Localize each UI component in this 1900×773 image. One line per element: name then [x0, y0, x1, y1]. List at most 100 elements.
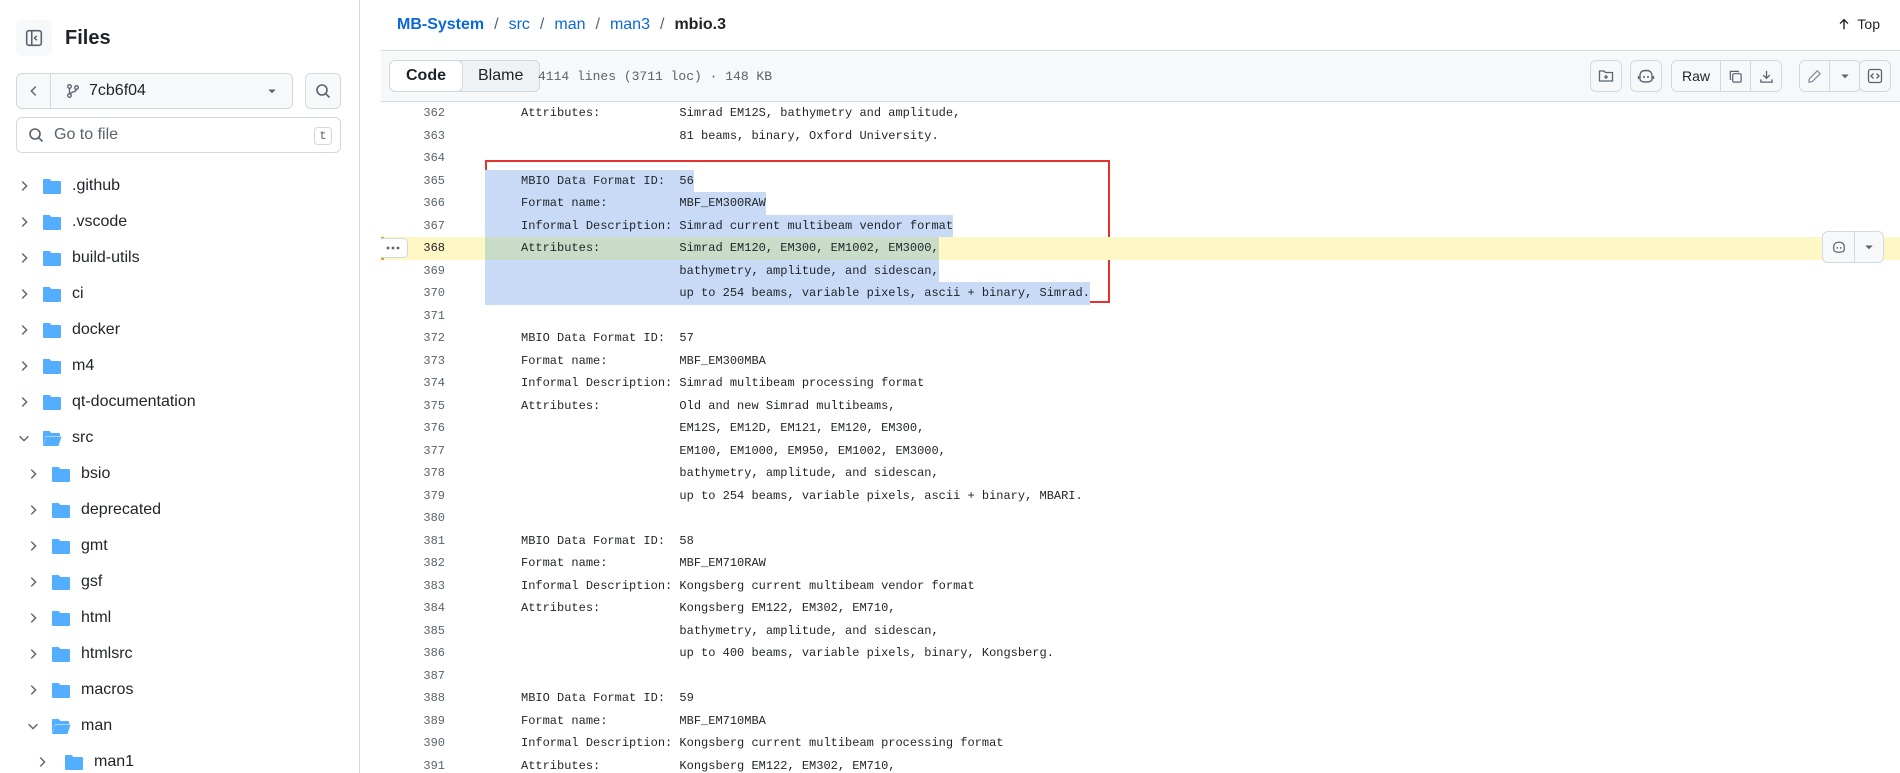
line-number[interactable]: 362 [381, 102, 445, 125]
scroll-to-top-button[interactable]: Top [1837, 16, 1880, 32]
tree-toggle[interactable] [25, 682, 41, 698]
line-number[interactable]: 385 [381, 620, 445, 643]
line-number[interactable]: 365 [381, 170, 445, 193]
line-number[interactable]: 369 [381, 260, 445, 283]
tree-item-deprecated[interactable]: deprecated [0, 492, 359, 528]
download-button[interactable] [1751, 61, 1781, 91]
code-line[interactable]: 371 [381, 305, 1900, 328]
code-line[interactable]: 387 [381, 665, 1900, 688]
tree-item-gmt[interactable]: gmt [0, 528, 359, 564]
tree-item-ci[interactable]: ci [0, 276, 359, 312]
code-line[interactable]: 380 [381, 507, 1900, 530]
code-line[interactable]: 388 MBIO Data Format ID: 59 [381, 687, 1900, 710]
line-number[interactable]: 388 [381, 687, 445, 710]
breadcrumb-link-man[interactable]: man [554, 16, 585, 34]
line-number[interactable]: 381 [381, 530, 445, 553]
tab-blame[interactable]: Blame [462, 61, 539, 91]
code-line[interactable]: 383 Informal Description: Kongsberg curr… [381, 575, 1900, 598]
tree-toggle[interactable] [25, 538, 41, 554]
code-line[interactable]: 369 bathymetry, amplitude, and sidescan, [381, 259, 1900, 283]
line-number[interactable]: 376 [381, 417, 445, 440]
code-line[interactable]: 370 up to 254 beams, variable pixels, as… [381, 282, 1900, 305]
code-line[interactable]: 367 Informal Description: Simrad current… [381, 214, 1900, 238]
line-number[interactable]: 390 [381, 732, 445, 755]
code-line[interactable]: 372 MBIO Data Format ID: 57 [381, 327, 1900, 350]
edit-file-button[interactable] [1800, 61, 1830, 91]
code-view[interactable]: 362 Attributes: Simrad EM12S, bathymetry… [381, 102, 1900, 773]
tree-toggle[interactable] [16, 358, 32, 374]
add-file-button[interactable] [1590, 60, 1622, 92]
copilot-options-dropdown[interactable] [1855, 232, 1883, 262]
code-line[interactable]: 373 Format name: MBF_EM300MBA [381, 350, 1900, 373]
code-line[interactable]: 391 Attributes: Kongsberg EM122, EM302, … [381, 755, 1900, 773]
tab-code[interactable]: Code [389, 60, 463, 92]
back-button[interactable] [17, 74, 51, 108]
tree-toggle[interactable] [25, 718, 41, 734]
line-number[interactable]: 366 [381, 192, 445, 215]
tree-toggle[interactable] [25, 646, 41, 662]
line-number[interactable]: 389 [381, 710, 445, 733]
line-number[interactable]: 377 [381, 440, 445, 463]
code-line[interactable]: 381 MBIO Data Format ID: 58 [381, 530, 1900, 553]
tree-toggle[interactable] [25, 466, 41, 482]
line-number[interactable]: 370 [381, 282, 445, 305]
tree-toggle[interactable] [25, 502, 41, 518]
tree-item-docker[interactable]: docker [0, 312, 359, 348]
tree-toggle[interactable] [16, 394, 32, 410]
line-number[interactable]: 378 [381, 462, 445, 485]
tree-toggle[interactable] [16, 322, 32, 338]
go-to-file-field[interactable]: t [16, 117, 341, 153]
code-line[interactable]: 378 bathymetry, amplitude, and sidescan, [381, 462, 1900, 485]
code-line[interactable]: 365 MBIO Data Format ID: 56 [381, 169, 1900, 193]
line-number[interactable]: 371 [381, 305, 445, 328]
code-line[interactable]: 374 Informal Description: Simrad multibe… [381, 372, 1900, 395]
line-number[interactable]: 380 [381, 507, 445, 530]
line-number[interactable]: 382 [381, 552, 445, 575]
code-line[interactable]: 366 Format name: MBF_EM300RAW [381, 192, 1900, 215]
tree-toggle[interactable] [16, 430, 32, 446]
code-line[interactable]: 386 up to 400 beams, variable pixels, bi… [381, 642, 1900, 665]
branch-selector[interactable]: 7cb6f04 [16, 73, 293, 109]
line-number[interactable]: 367 [381, 215, 445, 238]
search-files-button[interactable] [305, 73, 341, 109]
code-line[interactable]: 362 Attributes: Simrad EM12S, bathymetry… [381, 102, 1900, 125]
tree-toggle[interactable] [25, 610, 41, 626]
go-to-file-input[interactable] [54, 126, 304, 144]
code-line[interactable]: 363 81 beams, binary, Oxford University. [381, 125, 1900, 148]
symbols-panel-button[interactable] [1859, 60, 1891, 92]
edit-options-dropdown[interactable] [1830, 61, 1860, 91]
line-number[interactable]: 375 [381, 395, 445, 418]
tree-item-html[interactable]: html [0, 600, 359, 636]
code-line[interactable]: 375 Attributes: Old and new Simrad multi… [381, 395, 1900, 418]
tree-toggle[interactable] [34, 754, 50, 770]
line-number[interactable]: 383 [381, 575, 445, 598]
code-line[interactable]: 385 bathymetry, amplitude, and sidescan, [381, 620, 1900, 643]
breadcrumb-repo-link[interactable]: MB-System [397, 16, 484, 34]
line-number[interactable]: 386 [381, 642, 445, 665]
line-number[interactable]: 379 [381, 485, 445, 508]
copilot-button[interactable] [1630, 60, 1662, 92]
line-number[interactable]: 374 [381, 372, 445, 395]
code-line[interactable]: 384 Attributes: Kongsberg EM122, EM302, … [381, 597, 1900, 620]
tree-item-macros[interactable]: macros [0, 672, 359, 708]
line-number[interactable]: 372 [381, 327, 445, 350]
line-number[interactable]: 391 [381, 755, 445, 773]
tree-toggle[interactable] [25, 574, 41, 590]
tree-item-man[interactable]: man [0, 708, 359, 744]
collapse-sidebar-button[interactable] [16, 20, 52, 56]
tree-item-vscode[interactable]: .vscode [0, 204, 359, 240]
breadcrumb-link-src[interactable]: src [509, 16, 530, 34]
breadcrumb-link-man3[interactable]: man3 [610, 16, 650, 34]
code-line[interactable]: 389 Format name: MBF_EM710MBA [381, 710, 1900, 733]
line-options-button[interactable] [381, 238, 408, 258]
code-line[interactable]: 364 [381, 147, 1900, 170]
tree-item-src[interactable]: src [0, 420, 359, 456]
code-line[interactable]: 382 Format name: MBF_EM710RAW [381, 552, 1900, 575]
copilot-ask-button[interactable] [1823, 232, 1855, 262]
raw-button[interactable]: Raw [1672, 61, 1722, 91]
tree-item-man1[interactable]: man1 [0, 744, 359, 773]
code-line[interactable]: 368 Attributes: Simrad EM120, EM300, EM1… [381, 231, 1900, 263]
tree-toggle[interactable] [16, 286, 32, 302]
tree-item-m4[interactable]: m4 [0, 348, 359, 384]
line-number[interactable]: 387 [381, 665, 445, 688]
